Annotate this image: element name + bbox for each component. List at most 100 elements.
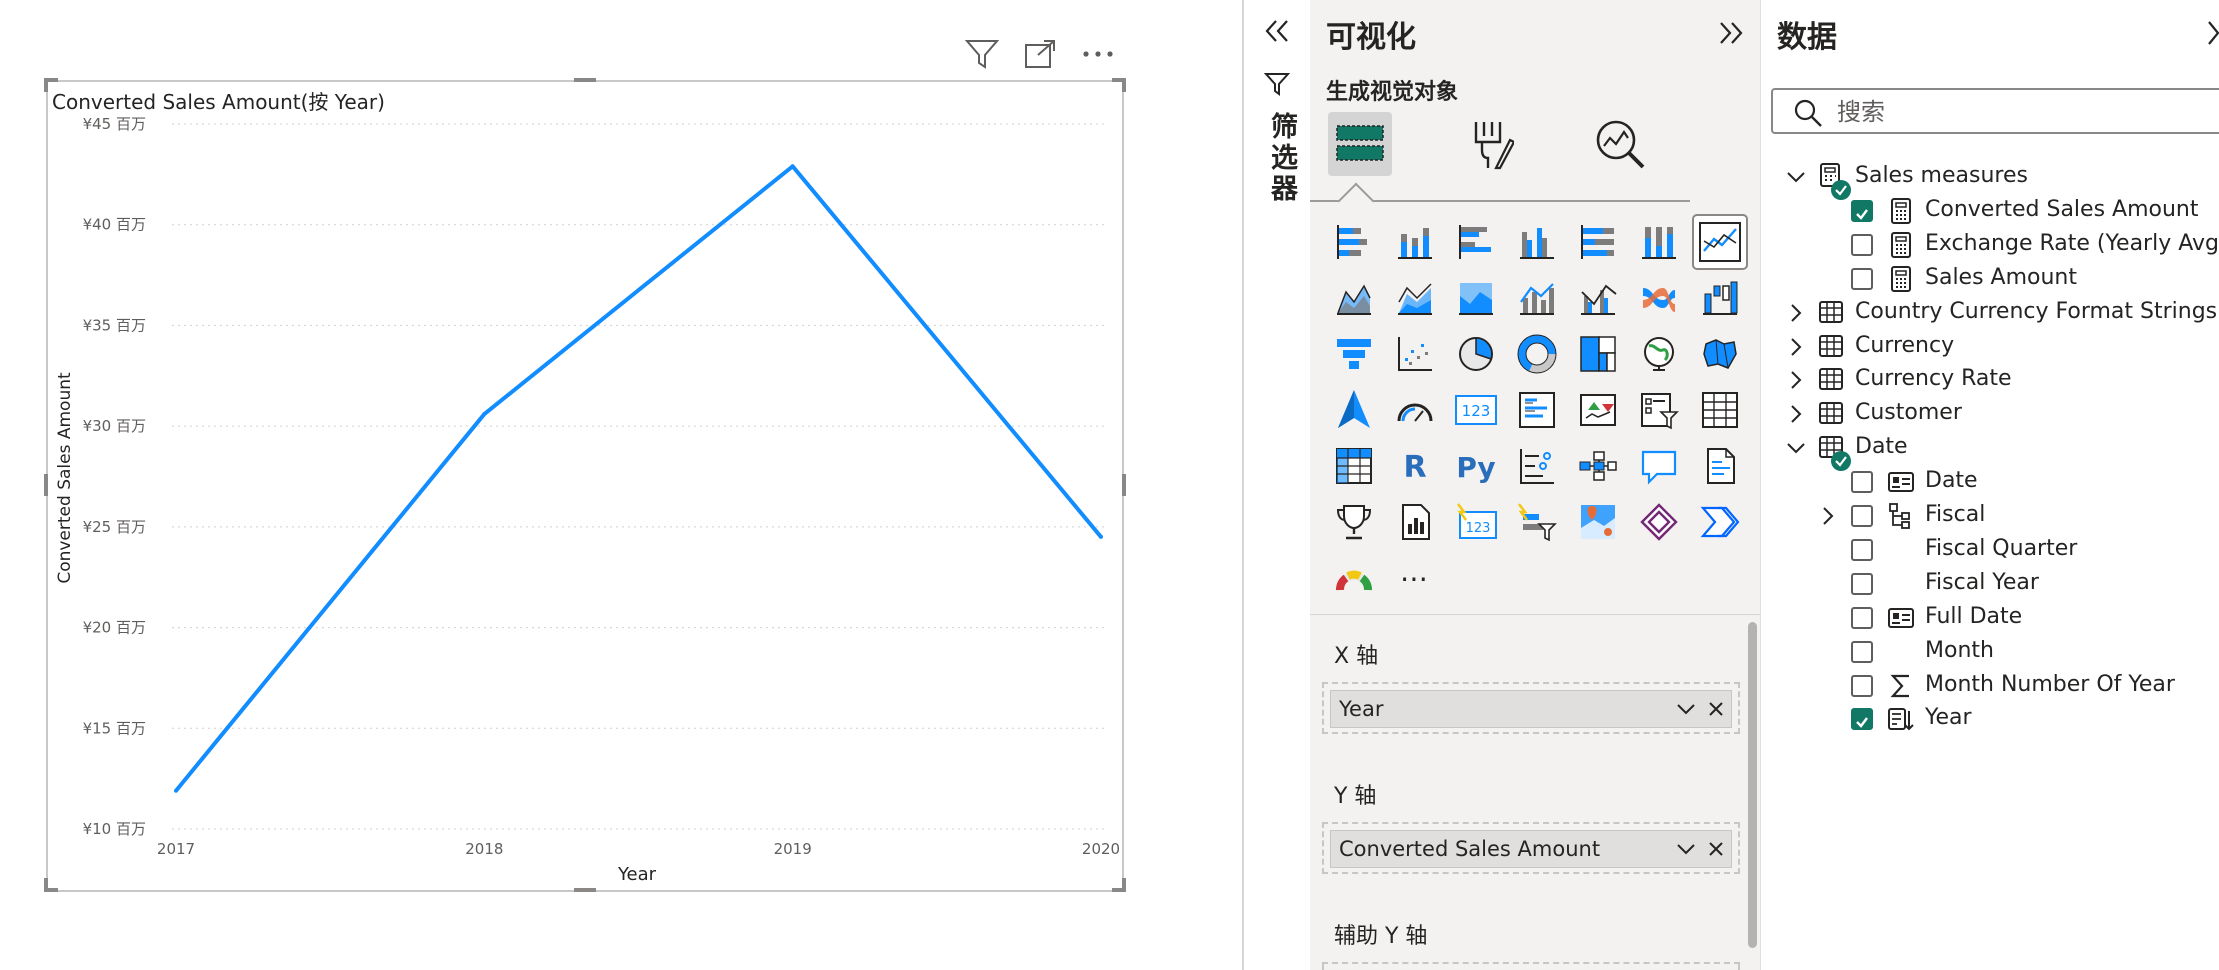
table-icon[interactable] bbox=[1694, 384, 1746, 436]
chevron-right-icon[interactable] bbox=[1815, 503, 1841, 529]
secondary-y-axis-well[interactable] bbox=[1322, 962, 1740, 970]
100-stacked-area-chart-icon[interactable] bbox=[1450, 272, 1502, 324]
series-line[interactable] bbox=[174, 164, 1103, 792]
scatter-chart-icon[interactable] bbox=[1389, 328, 1441, 380]
x-tick-label: 2020 bbox=[1082, 840, 1120, 858]
field-checkbox[interactable] bbox=[1851, 640, 1873, 663]
collapse-data-icon[interactable] bbox=[2201, 16, 2219, 50]
custom-visual-icon[interactable] bbox=[1328, 552, 1380, 604]
wells-scrollbar[interactable] bbox=[1748, 622, 1757, 948]
analytics-icon[interactable] bbox=[1588, 112, 1652, 176]
r-script-visual-icon[interactable]: R bbox=[1389, 440, 1441, 492]
more-options-icon[interactable] bbox=[1078, 34, 1118, 74]
remove-field-icon[interactable] bbox=[1701, 701, 1731, 717]
y-axis-well[interactable]: Converted Sales Amount bbox=[1322, 822, 1740, 874]
build-visual-icon[interactable] bbox=[1328, 112, 1392, 176]
matrix-icon[interactable] bbox=[1328, 440, 1380, 492]
field-label: Date bbox=[1925, 468, 1978, 494]
filters-label[interactable]: 筛选器 bbox=[1262, 112, 1301, 205]
stacked-column-chart-icon[interactable] bbox=[1389, 216, 1441, 268]
svg-text:R: R bbox=[1403, 450, 1426, 485]
chevron-right-icon[interactable] bbox=[1783, 334, 1809, 360]
remove-field-icon[interactable] bbox=[1701, 841, 1731, 857]
field-label: Sales Amount bbox=[1925, 264, 2078, 290]
stacked-bar-chart-icon[interactable] bbox=[1328, 216, 1380, 268]
q-and-a-icon[interactable] bbox=[1633, 440, 1685, 492]
stacked-area-chart-icon[interactable] bbox=[1389, 272, 1441, 324]
filters-pane-collapsed[interactable]: 筛选器 bbox=[1244, 0, 1311, 970]
chevron-down-icon[interactable] bbox=[1783, 435, 1809, 461]
table-icon bbox=[1817, 399, 1845, 427]
power-apps-icon[interactable] bbox=[1633, 496, 1685, 548]
more-visuals-icon[interactable]: ⋯ bbox=[1389, 552, 1441, 604]
narrative-icon[interactable] bbox=[1389, 496, 1441, 548]
ribbon-chart-icon[interactable] bbox=[1633, 272, 1685, 324]
chevron-down-icon[interactable] bbox=[1671, 843, 1701, 855]
clustered-column-chart-icon[interactable] bbox=[1511, 216, 1563, 268]
power-automate-icon[interactable] bbox=[1694, 496, 1746, 548]
key-influencers-icon[interactable] bbox=[1511, 440, 1563, 492]
waterfall-chart-icon[interactable] bbox=[1694, 272, 1746, 324]
data-point[interactable] bbox=[790, 164, 795, 169]
data-point[interactable] bbox=[174, 788, 178, 793]
field-checkbox[interactable] bbox=[1851, 267, 1873, 290]
field-checkbox[interactable] bbox=[1851, 606, 1873, 629]
paginated-report-icon[interactable] bbox=[1694, 440, 1746, 492]
chevron-down-icon[interactable] bbox=[1783, 164, 1809, 190]
search-icon bbox=[1793, 98, 1823, 132]
goals-icon[interactable] bbox=[1328, 496, 1380, 548]
focus-mode-icon[interactable] bbox=[1020, 34, 1060, 74]
line-and-clustered-column-chart-icon[interactable] bbox=[1572, 272, 1624, 324]
data-point[interactable] bbox=[1099, 534, 1103, 539]
arcgis-map-icon[interactable] bbox=[1572, 496, 1624, 548]
field-checkbox[interactable] bbox=[1851, 708, 1873, 731]
expand-filters-icon[interactable] bbox=[1260, 14, 1294, 48]
format-visual-icon[interactable] bbox=[1458, 112, 1522, 176]
filled-map-icon[interactable] bbox=[1694, 328, 1746, 380]
decomposition-tree-icon[interactable] bbox=[1572, 440, 1624, 492]
y-axis-field[interactable]: Converted Sales Amount bbox=[1330, 830, 1732, 868]
field-checkbox[interactable] bbox=[1851, 199, 1873, 222]
card-icon[interactable]: 123 bbox=[1450, 384, 1502, 436]
slicer-icon[interactable] bbox=[1633, 384, 1685, 436]
chevron-right-icon[interactable] bbox=[1783, 367, 1809, 393]
search-input[interactable] bbox=[1835, 94, 2219, 130]
treemap-icon[interactable] bbox=[1572, 328, 1624, 380]
gauge-icon[interactable] bbox=[1389, 384, 1441, 436]
field-item[interactable]: Year bbox=[1761, 696, 2219, 742]
new-slicer-icon[interactable] bbox=[1511, 496, 1563, 548]
area-chart-icon[interactable] bbox=[1328, 272, 1380, 324]
field-checkbox[interactable] bbox=[1851, 538, 1873, 561]
chevron-right-icon[interactable] bbox=[1783, 401, 1809, 427]
sort-field-icon bbox=[1887, 705, 1915, 733]
python-visual-icon[interactable]: Py bbox=[1450, 440, 1502, 492]
100-stacked-column-chart-icon[interactable] bbox=[1633, 216, 1685, 268]
filter-icon[interactable] bbox=[962, 34, 1002, 74]
multi-row-card-icon[interactable] bbox=[1511, 384, 1563, 436]
data-point[interactable] bbox=[482, 412, 487, 417]
field-checkbox[interactable] bbox=[1851, 674, 1873, 697]
azure-map-icon[interactable] bbox=[1328, 384, 1380, 436]
field-checkbox[interactable] bbox=[1851, 471, 1873, 494]
field-checkbox[interactable] bbox=[1851, 505, 1873, 527]
field-checkbox[interactable] bbox=[1851, 572, 1873, 595]
line-and-stacked-column-chart-icon[interactable] bbox=[1511, 272, 1563, 324]
visualizations-title: 可视化 bbox=[1326, 20, 1416, 55]
line-chart-icon[interactable] bbox=[1692, 214, 1748, 270]
line-chart[interactable]: ¥10 百万 ¥15 百万 ¥20 百万 ¥25 百万 ¥30 百万 ¥35 百万 ¥40 … bbox=[46, 80, 1124, 892]
funnel-chart-icon[interactable] bbox=[1328, 328, 1380, 380]
kpi-icon[interactable] bbox=[1572, 384, 1624, 436]
collapse-visualizations-icon[interactable] bbox=[1714, 16, 1748, 50]
x-axis-field[interactable]: Year bbox=[1330, 690, 1732, 728]
x-axis-well[interactable]: Year bbox=[1322, 682, 1740, 734]
data-search-box[interactable] bbox=[1771, 88, 2219, 134]
field-checkbox[interactable] bbox=[1851, 233, 1873, 256]
map-icon[interactable] bbox=[1633, 328, 1685, 380]
clustered-bar-chart-icon[interactable] bbox=[1450, 216, 1502, 268]
pie-chart-icon[interactable] bbox=[1450, 328, 1502, 380]
new-card-icon[interactable]: 123 bbox=[1450, 496, 1502, 548]
100-stacked-bar-chart-icon[interactable] bbox=[1572, 216, 1624, 268]
chevron-right-icon[interactable] bbox=[1783, 300, 1809, 326]
chevron-down-icon[interactable] bbox=[1671, 703, 1701, 715]
donut-chart-icon[interactable] bbox=[1511, 328, 1563, 380]
